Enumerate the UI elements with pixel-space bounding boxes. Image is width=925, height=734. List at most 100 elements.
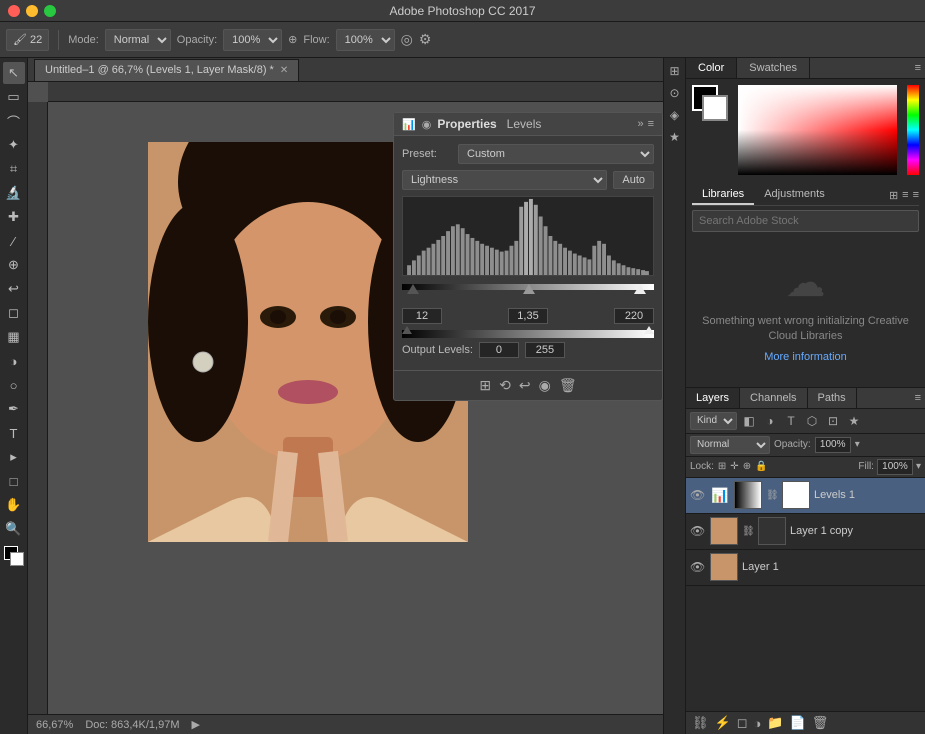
preset-select[interactable]: Custom <box>458 144 654 164</box>
quick-select-tool[interactable]: ✦ <box>3 134 25 156</box>
lock-artboard-icon[interactable]: ⊕ <box>743 461 751 472</box>
shape-filter-icon[interactable]: ⬡ <box>803 412 821 430</box>
pen-tool[interactable]: ✒ <box>3 398 25 420</box>
tab-libraries[interactable]: Libraries <box>692 185 754 205</box>
libraries-search[interactable] <box>692 210 919 232</box>
dodge-tool[interactable]: ○ <box>3 374 25 396</box>
type-filter-icon[interactable]: T <box>782 412 800 430</box>
new-layer-icon[interactable]: 📄 <box>790 715 806 731</box>
visibility-eye-copy[interactable]: 👁 <box>690 524 706 538</box>
white-point-handle[interactable] <box>634 284 646 294</box>
visibility-icon[interactable]: ◉ <box>539 377 551 394</box>
layer-row-copy[interactable]: 👁 ⛓ Layer 1 copy <box>686 514 925 550</box>
smart-filter-icon[interactable]: ⊡ <box>824 412 842 430</box>
add-mask-icon[interactable]: ◻ <box>737 715 748 731</box>
undo-icon[interactable]: ↩ <box>519 377 531 394</box>
style-icon[interactable]: ★ <box>666 128 684 146</box>
panel-expand-icon[interactable]: » <box>637 118 643 130</box>
tab-layers[interactable]: Layers <box>686 388 740 408</box>
hand-tool[interactable]: ✋ <box>3 494 25 516</box>
delete-layer-icon[interactable]: 🗑 <box>812 715 829 731</box>
zoom-tool[interactable]: 🔍 <box>3 518 25 540</box>
pixel-filter-icon[interactable]: ◧ <box>740 412 758 430</box>
visibility-eye-1[interactable]: 👁 <box>690 560 706 574</box>
black-point-handle[interactable] <box>407 284 419 294</box>
levels1-mask[interactable] <box>782 481 810 509</box>
marquee-tool[interactable]: ▭ <box>3 86 25 108</box>
tab-channels[interactable]: Channels <box>740 388 807 408</box>
flow-select[interactable]: 100% <box>336 29 395 51</box>
tab-paths[interactable]: Paths <box>808 388 857 408</box>
move-tool[interactable]: ↖ <box>3 62 25 84</box>
eyedropper-tool[interactable]: 🔬 <box>3 182 25 204</box>
canvas-content[interactable]: 📊 ◉ Properties Levels » ≡ Preset: Cust <box>28 82 663 714</box>
panel-menu-icon[interactable]: ≡ <box>648 118 654 130</box>
mode-select[interactable]: Normal <box>105 29 171 51</box>
delete-icon[interactable]: 🗑 <box>559 377 577 394</box>
output-black-handle[interactable] <box>402 326 412 334</box>
output-max-value[interactable] <box>525 342 565 358</box>
input-levels-slider[interactable] <box>402 284 654 306</box>
opacity-value[interactable] <box>815 437 851 453</box>
eraser-tool[interactable]: ◻ <box>3 302 25 324</box>
background-color[interactable] <box>10 552 24 566</box>
lock-move-icon[interactable]: ✛ <box>730 461 738 472</box>
blend-mode-select[interactable]: Normal <box>690 436 770 454</box>
output-white-handle[interactable] <box>644 326 654 334</box>
fill-arrow[interactable]: ▾ <box>916 461 921 472</box>
fg-bg-swatches[interactable] <box>692 85 728 121</box>
mid-point-value[interactable]: 1,35 <box>508 308 548 324</box>
hue-slider[interactable] <box>907 85 919 175</box>
document-tab[interactable]: Untitled–1 @ 66,7% (Levels 1, Layer Mask… <box>34 59 299 81</box>
text-tool[interactable]: T <box>3 422 25 444</box>
color-panel-menu[interactable]: ≡ <box>915 62 921 74</box>
layer-row-1[interactable]: 👁 Layer 1 <box>686 550 925 586</box>
brush-tool[interactable]: ∕ <box>3 230 25 252</box>
color-field[interactable] <box>738 85 897 175</box>
path-select-tool[interactable]: ▸ <box>3 446 25 468</box>
shape-tool[interactable]: □ <box>3 470 25 492</box>
black-point-value[interactable]: 12 <box>402 308 442 324</box>
white-point-value[interactable]: 220 <box>614 308 654 324</box>
list-view-icon[interactable]: ≡ <box>902 189 908 201</box>
layers-panel-menu-icon[interactable]: ≡ <box>915 392 921 404</box>
background-swatch[interactable] <box>702 95 728 121</box>
gradient-tool[interactable]: ▦ <box>3 326 25 348</box>
output-levels-slider[interactable] <box>402 330 654 338</box>
history-brush[interactable]: ↩ <box>3 278 25 300</box>
clip-icon[interactable]: ⊞ <box>479 377 491 394</box>
lasso-tool[interactable]: ⌒ <box>3 110 25 132</box>
foreground-background-colors[interactable] <box>4 546 24 566</box>
close-tab-icon[interactable]: ✕ <box>280 65 288 76</box>
new-adjustment-icon[interactable]: ◑ <box>754 716 762 731</box>
fill-value[interactable] <box>877 459 913 475</box>
tab-color[interactable]: Color <box>686 58 737 78</box>
channel-select[interactable]: Lightness <box>402 170 607 190</box>
layer-effects-icon[interactable]: ⚡ <box>715 715 731 731</box>
kind-filter[interactable]: Kind <box>690 412 737 430</box>
layer-copy-mask[interactable] <box>758 517 786 545</box>
opacity-select[interactable]: 100% <box>223 29 282 51</box>
crop-tool[interactable]: ⌗ <box>3 158 25 180</box>
grid-view-icon[interactable]: ⊞ <box>889 189 898 202</box>
layer-row-levels1[interactable]: 👁 📊 ⛓ Levels 1 <box>686 478 925 514</box>
effects-filter-icon[interactable]: ★ <box>845 412 863 430</box>
maximize-button[interactable] <box>44 5 56 17</box>
lock-pixels-icon[interactable]: ⊞ <box>718 461 726 472</box>
link-layers-icon[interactable]: ⛓ <box>692 715 709 731</box>
libraries-menu-icon[interactable]: ≡ <box>913 189 919 201</box>
output-min-value[interactable] <box>479 342 519 358</box>
opacity-arrow[interactable]: ▾ <box>855 439 860 450</box>
levels-eye-icon[interactable]: ◉ <box>422 118 432 131</box>
close-button[interactable] <box>8 5 20 17</box>
arrange-icon[interactable]: ⊞ <box>666 62 684 80</box>
auto-button[interactable]: Auto <box>613 171 654 189</box>
more-info-link[interactable]: More information <box>764 351 847 363</box>
heal-tool[interactable]: ✚ <box>3 206 25 228</box>
new-group-icon[interactable]: 📁 <box>767 715 783 731</box>
minimize-button[interactable] <box>26 5 38 17</box>
mid-point-handle[interactable] <box>523 284 535 294</box>
blur-tool[interactable]: ◑ <box>3 350 25 372</box>
brush-tool-button[interactable]: 🖌 22 <box>6 29 49 51</box>
tab-swatches[interactable]: Swatches <box>737 58 810 78</box>
